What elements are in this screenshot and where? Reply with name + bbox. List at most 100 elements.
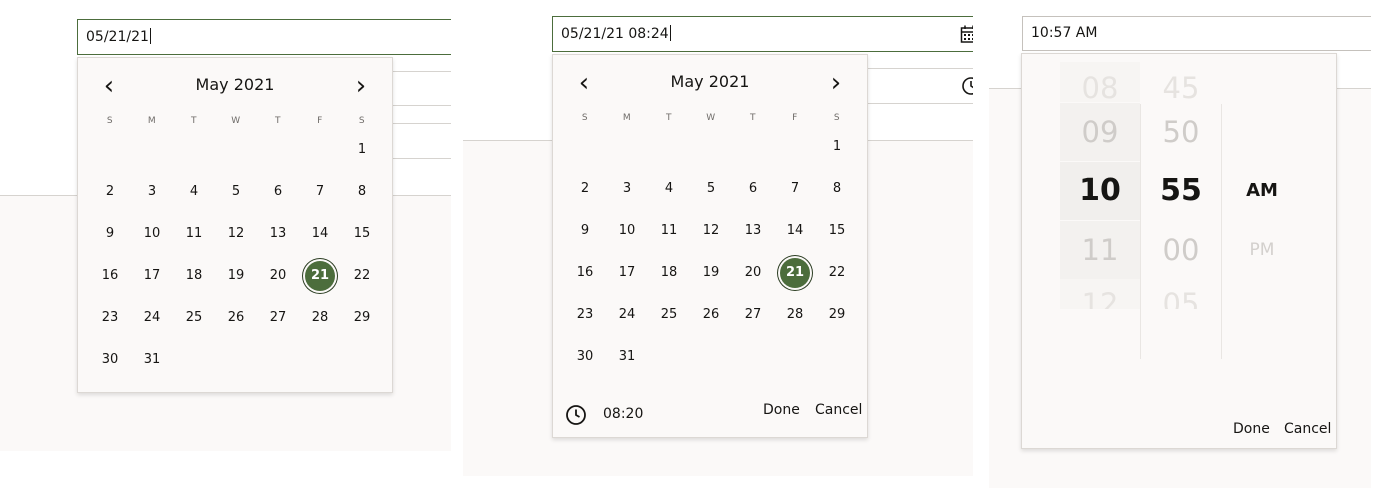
day-cell[interactable]: 29 bbox=[346, 302, 378, 334]
day-cell[interactable]: 7 bbox=[779, 173, 811, 205]
day-cell[interactable]: 20 bbox=[262, 260, 294, 292]
day-cell[interactable]: 25 bbox=[653, 299, 685, 331]
date-input[interactable]: 05/21/21 bbox=[77, 19, 451, 55]
day-cell[interactable]: 4 bbox=[178, 176, 210, 208]
day-cell[interactable]: 18 bbox=[178, 260, 210, 292]
day-cell[interactable]: 8 bbox=[346, 176, 378, 208]
weekday-label: T bbox=[191, 116, 197, 126]
footer-clock-icon[interactable] bbox=[565, 404, 587, 426]
hour-option[interactable]: 12 bbox=[1060, 279, 1140, 309]
selected-hour-option[interactable]: 10 bbox=[1060, 162, 1140, 220]
form-field-line bbox=[392, 105, 451, 106]
day-cell[interactable]: 13 bbox=[737, 215, 769, 247]
day-cell[interactable]: 5 bbox=[695, 173, 727, 205]
day-cell[interactable]: 6 bbox=[737, 173, 769, 205]
day-cell[interactable]: 22 bbox=[346, 260, 378, 292]
day-cell[interactable]: 4 bbox=[653, 173, 685, 205]
day-cell[interactable]: 24 bbox=[611, 299, 643, 331]
day-cell[interactable]: 16 bbox=[569, 257, 601, 289]
calendar-icon[interactable] bbox=[960, 24, 973, 44]
day-cell[interactable]: 29 bbox=[821, 299, 853, 331]
day-cell[interactable]: 12 bbox=[695, 215, 727, 247]
clock-icon[interactable] bbox=[961, 76, 973, 96]
weekday-label: W bbox=[231, 116, 241, 126]
datetime-input[interactable]: 05/21/21 08:24 bbox=[552, 16, 973, 52]
day-cell[interactable]: 8 bbox=[821, 173, 853, 205]
day-cell[interactable]: 3 bbox=[611, 173, 643, 205]
form-field-line bbox=[392, 71, 451, 72]
weekday-label: S bbox=[833, 113, 841, 123]
hour-option[interactable]: 09 bbox=[1060, 103, 1140, 161]
day-cell[interactable]: 27 bbox=[737, 299, 769, 331]
day-cell[interactable]: 19 bbox=[220, 260, 252, 292]
day-cell[interactable]: 1 bbox=[821, 131, 853, 163]
minute-option[interactable]: 05 bbox=[1141, 279, 1221, 309]
done-button[interactable]: Done bbox=[1233, 421, 1270, 437]
day-cell[interactable]: 2 bbox=[569, 173, 601, 205]
weekday-label: S bbox=[581, 113, 589, 123]
minute-option[interactable]: 50 bbox=[1141, 103, 1221, 161]
day-cell[interactable]: 12 bbox=[220, 218, 252, 250]
day-cell[interactable]: 18 bbox=[653, 257, 685, 289]
day-cell[interactable]: 26 bbox=[695, 299, 727, 331]
selected-day-cell[interactable]: 21 bbox=[305, 261, 335, 291]
day-cell[interactable]: 30 bbox=[569, 341, 601, 373]
selected-minute-option[interactable]: 55 bbox=[1141, 162, 1221, 220]
time-value[interactable]: 08:20 bbox=[603, 406, 643, 422]
cancel-button[interactable]: Cancel bbox=[815, 402, 862, 418]
day-cell[interactable]: 9 bbox=[569, 215, 601, 247]
day-cell[interactable]: 27 bbox=[262, 302, 294, 334]
day-cell[interactable]: 24 bbox=[136, 302, 168, 334]
day-cell[interactable]: 3 bbox=[136, 176, 168, 208]
day-cell[interactable]: 13 bbox=[262, 218, 294, 250]
datetime-picker-popup: 08:20 Done Cancel ‹ › May 2021 S M T W T F S 1 2 3 4 5… bbox=[552, 54, 868, 438]
day-cell[interactable]: 1 bbox=[346, 134, 378, 166]
day-cell[interactable]: 9 bbox=[94, 218, 126, 250]
day-cell[interactable]: 10 bbox=[611, 215, 643, 247]
cancel-button[interactable]: Cancel bbox=[1284, 421, 1331, 437]
day-cell[interactable]: 7 bbox=[304, 176, 336, 208]
form-field-line bbox=[868, 68, 973, 69]
day-cell[interactable]: 14 bbox=[779, 215, 811, 247]
day-cell[interactable]: 2 bbox=[94, 176, 126, 208]
time-input[interactable]: 10:57 AM bbox=[1022, 16, 1371, 51]
day-cell[interactable]: 15 bbox=[821, 215, 853, 247]
day-cell[interactable]: 23 bbox=[569, 299, 601, 331]
date-picker-popup: ‹ › May 2021 S M T W T F S 1 2 3 4 5 6 7 8 9 10 11 12 13 14 15 16… bbox=[77, 57, 393, 393]
minute-option[interactable]: 00 bbox=[1141, 221, 1221, 279]
day-cell[interactable]: 15 bbox=[346, 218, 378, 250]
day-cell[interactable]: 5 bbox=[220, 176, 252, 208]
day-cell[interactable]: 17 bbox=[136, 260, 168, 292]
day-cell[interactable]: 17 bbox=[611, 257, 643, 289]
selected-meridiem-option[interactable]: AM bbox=[1222, 162, 1302, 220]
month-title[interactable]: May 2021 bbox=[78, 71, 392, 99]
day-cell[interactable]: 25 bbox=[178, 302, 210, 334]
day-cell[interactable]: 26 bbox=[220, 302, 252, 334]
weekday-label: S bbox=[358, 116, 366, 126]
day-cell[interactable]: 14 bbox=[304, 218, 336, 250]
day-cell[interactable]: 22 bbox=[821, 257, 853, 289]
weekday-label: S bbox=[106, 116, 114, 126]
time-picker-popup: 08 09 10 11 12 45 50 55 00 05 AM PM Done Cancel bbox=[1021, 53, 1337, 449]
hour-option[interactable]: 11 bbox=[1060, 221, 1140, 279]
day-cell[interactable]: 11 bbox=[178, 218, 210, 250]
done-button[interactable]: Done bbox=[763, 402, 800, 418]
day-cell[interactable]: 20 bbox=[737, 257, 769, 289]
weekday-label: F bbox=[792, 113, 798, 123]
day-cell[interactable]: 19 bbox=[695, 257, 727, 289]
selected-day-cell[interactable]: 21 bbox=[780, 258, 810, 288]
meridiem-option[interactable]: PM bbox=[1222, 221, 1302, 279]
day-cell[interactable]: 31 bbox=[611, 341, 643, 373]
month-title[interactable]: May 2021 bbox=[553, 68, 867, 96]
day-cell[interactable]: 23 bbox=[94, 302, 126, 334]
day-cell[interactable]: 11 bbox=[653, 215, 685, 247]
day-cell[interactable]: 31 bbox=[136, 344, 168, 376]
day-cell[interactable]: 28 bbox=[779, 299, 811, 331]
hour-option[interactable]: 08 bbox=[1060, 62, 1140, 102]
day-cell[interactable]: 28 bbox=[304, 302, 336, 334]
day-cell[interactable]: 10 bbox=[136, 218, 168, 250]
day-cell[interactable]: 6 bbox=[262, 176, 294, 208]
day-cell[interactable]: 16 bbox=[94, 260, 126, 292]
day-cell[interactable]: 30 bbox=[94, 344, 126, 376]
minute-option[interactable]: 45 bbox=[1141, 62, 1221, 102]
